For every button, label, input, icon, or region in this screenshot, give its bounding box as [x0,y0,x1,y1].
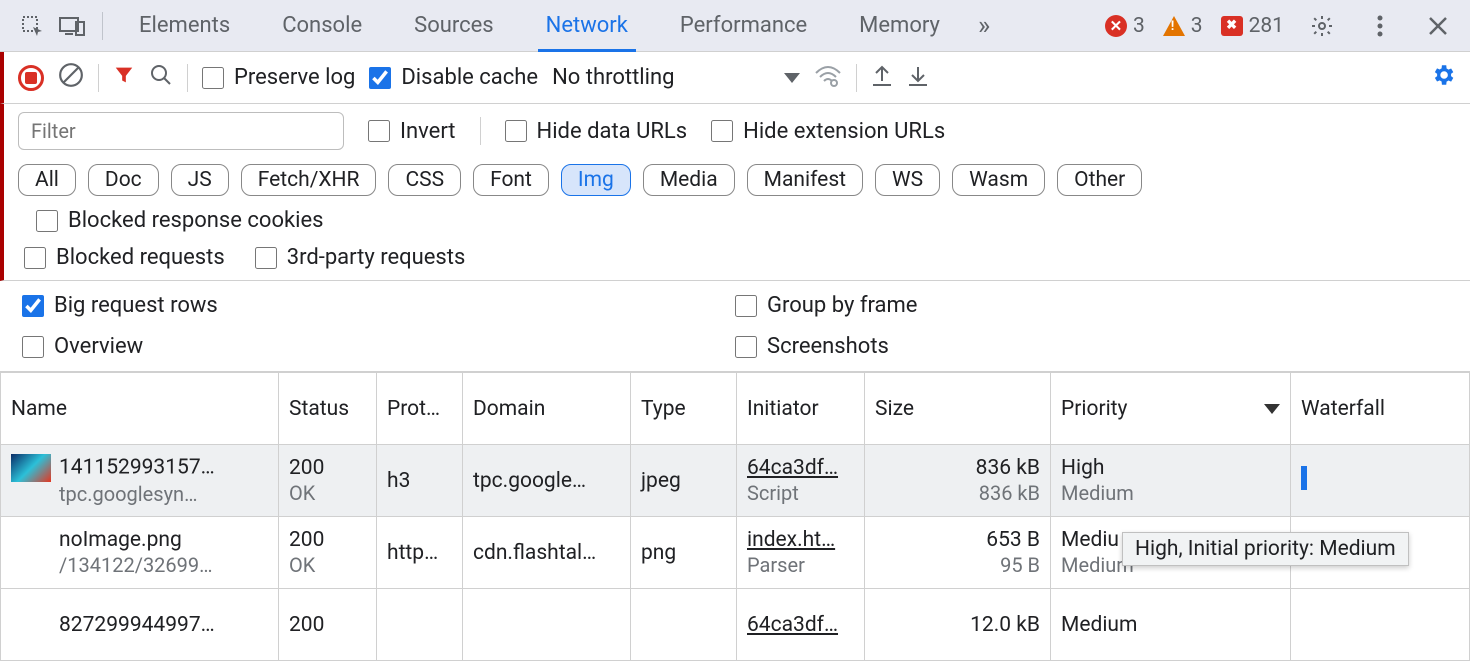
blocked-requests-checkbox[interactable]: Blocked requests [24,245,225,270]
separator [102,12,103,40]
disable-cache-checkbox[interactable]: Disable cache [369,65,538,90]
big-rows-checkbox[interactable]: Big request rows [22,293,735,318]
network-toolbar: Preserve log Disable cache No throttling [0,52,1470,104]
chip-media[interactable]: Media [643,164,735,196]
filter-input[interactable] [18,112,344,150]
kebab-menu-icon[interactable] [1360,6,1400,46]
initiator-link[interactable]: index.ht… [747,528,835,552]
gear-icon[interactable] [1302,6,1342,46]
tab-performance[interactable]: Performance [654,0,833,52]
group-by-frame-checkbox[interactable]: Group by frame [735,293,1448,318]
chevron-down-icon [784,73,800,83]
network-conditions-icon[interactable] [814,63,842,93]
col-status[interactable]: Status [279,373,377,445]
chip-all[interactable]: All [18,164,76,196]
chip-font[interactable]: Font [473,164,549,196]
chip-manifest[interactable]: Manifest [747,164,863,196]
device-toggle-icon[interactable] [52,6,92,46]
col-domain[interactable]: Domain [463,373,631,445]
chip-css[interactable]: CSS [388,164,461,196]
initiator-link[interactable]: 64ca3df… [747,613,838,637]
col-priority[interactable]: Priority [1051,373,1291,445]
initiator-link[interactable]: 64ca3df… [747,456,838,480]
table-row[interactable]: 827299944997… 200 64ca3df… 12.0 kB Mediu… [1,589,1470,661]
filter-bar: Invert Hide data URLs Hide extension URL… [0,104,1470,158]
devtools-tab-strip: Elements Console Sources Network Perform… [0,0,1470,52]
overview-checkbox[interactable]: Overview [22,334,735,359]
col-name[interactable]: Name [1,373,279,445]
error-count-badge[interactable]: ✕3 [1105,14,1145,38]
sort-desc-icon [1264,404,1280,414]
clear-icon[interactable] [58,62,84,94]
type-filter-chips: All Doc JS Fetch/XHR CSS Font Img Media … [0,158,1470,239]
preserve-log-checkbox[interactable]: Preserve log [202,65,355,90]
throttling-select[interactable]: No throttling [552,65,800,90]
table-header-row: Name Status Prot… Domain Type Initiator … [1,373,1470,445]
tab-console[interactable]: Console [256,0,388,52]
col-type[interactable]: Type [631,373,737,445]
record-button[interactable] [18,65,44,91]
blocked-cookies-checkbox[interactable]: Blocked response cookies [36,208,324,233]
search-icon[interactable] [149,63,173,93]
table-row[interactable]: 141152993157…tpc.googlesyn… 200OK h3 tpc… [1,445,1470,517]
col-size[interactable]: Size [865,373,1051,445]
chip-ws[interactable]: WS [875,164,940,196]
chip-img[interactable]: Img [561,164,631,196]
chip-other[interactable]: Other [1057,164,1142,196]
more-tabs-icon[interactable]: » [966,0,1002,52]
tab-elements[interactable]: Elements [113,0,256,52]
download-har-icon[interactable] [907,63,929,93]
tab-sources[interactable]: Sources [388,0,520,52]
col-initiator[interactable]: Initiator [737,373,865,445]
chip-wasm[interactable]: Wasm [952,164,1045,196]
request-table-wrap: Name Status Prot… Domain Type Initiator … [0,372,1470,661]
waterfall-bar [1301,466,1307,490]
third-party-checkbox[interactable]: 3rd-party requests [255,245,466,270]
tab-memory[interactable]: Memory [833,0,966,52]
chip-fetch-xhr[interactable]: Fetch/XHR [241,164,377,196]
network-view-settings: Big request rows Group by frame Overview… [0,281,1470,372]
warning-count-badge[interactable]: 3 [1163,14,1203,38]
thumbnail-icon [11,454,51,482]
separator [98,64,99,92]
chip-doc[interactable]: Doc [88,164,159,196]
upload-har-icon[interactable] [871,63,893,93]
filter-icon[interactable] [113,64,135,92]
hide-data-urls-checkbox[interactable]: Hide data URLs [505,119,688,144]
tab-network[interactable]: Network [520,0,654,52]
chip-js[interactable]: JS [171,164,229,196]
col-waterfall[interactable]: Waterfall [1291,373,1470,445]
priority-tooltip: High, Initial priority: Medium [1122,532,1409,566]
extra-filters: Blocked requests 3rd-party requests [0,239,1470,281]
screenshots-checkbox[interactable]: Screenshots [735,334,1448,359]
issues-count-badge[interactable]: ✖281 [1221,14,1284,38]
inspect-icon[interactable] [12,6,52,46]
col-protocol[interactable]: Prot… [377,373,463,445]
invert-checkbox[interactable]: Invert [368,119,456,144]
request-table: Name Status Prot… Domain Type Initiator … [0,372,1470,661]
hide-extension-urls-checkbox[interactable]: Hide extension URLs [711,119,945,144]
separator [856,64,857,92]
separator [187,64,188,92]
close-icon[interactable] [1418,6,1458,46]
separator [480,117,481,145]
network-settings-icon[interactable] [1430,62,1456,94]
